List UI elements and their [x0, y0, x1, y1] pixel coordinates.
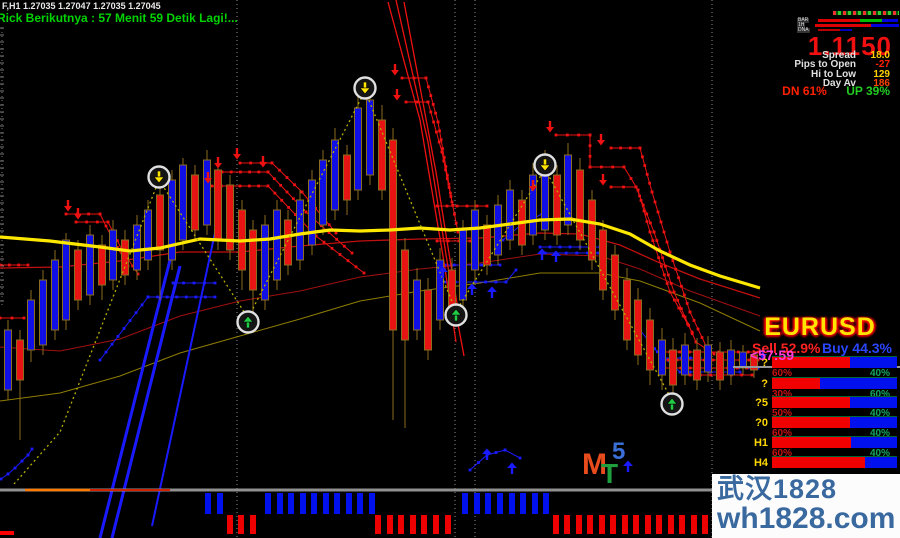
watermark: 武汉1828 wh1828.com — [712, 474, 900, 538]
buy-percent-label: Buy 44.3% — [821, 340, 892, 356]
candle-countdown-badge: <57:59 — [750, 347, 794, 363]
dn-up-row: DN 61% UP 39% — [782, 84, 890, 98]
timeframe-label: ?0 — [755, 417, 768, 429]
watermark-line1: 武汉1828 — [717, 474, 838, 504]
sell-buy-ratio-bar — [772, 456, 897, 468]
sell-buy-ratio-bar — [772, 436, 897, 448]
sell-buy-ratio-bar — [772, 377, 897, 389]
timeframe-label: ? — [761, 378, 768, 390]
timeframe-label: H4 — [753, 457, 768, 469]
gauge-bar — [815, 24, 899, 27]
timeframe-label: H1 — [753, 437, 768, 449]
logo-digit-5: 5 — [612, 438, 626, 465]
strength-panel-symbol-title: EURUSD — [764, 313, 876, 341]
up-percent-label: UP 39% — [846, 84, 890, 98]
timeframe-label: ?5 — [755, 397, 768, 409]
watermark-line2: wh1828.com — [717, 502, 896, 535]
mini-ticker-row — [833, 11, 899, 15]
down-percent-label: DN 61% — [782, 84, 827, 98]
sell-buy-ratio-bar — [772, 396, 897, 408]
gauge-bar — [818, 19, 898, 22]
symbol-ohlc-line: F,H1 1.27035 1.27047 1.27035 1.27045 — [2, 1, 161, 11]
trading-platform-window: F,H1 1.27035 1.27047 1.27035 1.27045 Ric… — [0, 0, 900, 538]
sell-buy-ratio-bar — [772, 416, 897, 428]
next-candle-countdown-text: Rick Berikutnya : 57 Menit 59 Detik Lagi… — [0, 11, 238, 25]
